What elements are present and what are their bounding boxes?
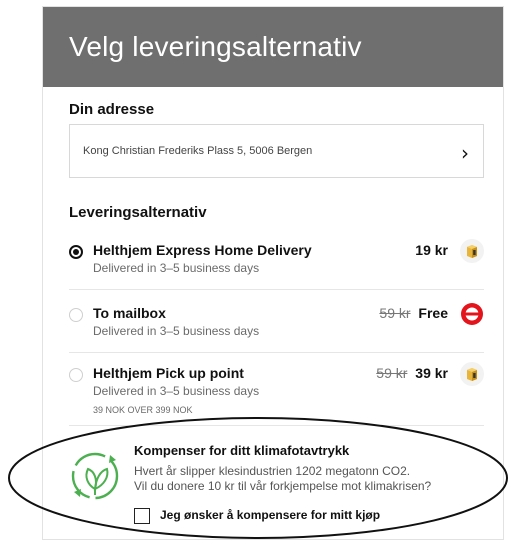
climate-text-line: Vil du donere 10 kr til vår forkjempelse… bbox=[134, 479, 432, 493]
climate-compensation: Kompenser for ditt klimafotavtrykk Hvert… bbox=[0, 410, 516, 540]
divider bbox=[69, 352, 484, 353]
compensate-checkbox[interactable] bbox=[134, 508, 150, 524]
option-name: To mailbox bbox=[93, 305, 166, 321]
delivery-section-title: Leveringsalternativ bbox=[69, 204, 207, 221]
option-name: Helthjem Express Home Delivery bbox=[93, 242, 312, 258]
climate-description: Hvert år slipper klesindustrien 1202 meg… bbox=[134, 464, 431, 494]
option-price-group: 59 kr Free bbox=[379, 305, 448, 321]
option-price-group: 19 kr bbox=[415, 242, 448, 258]
chevron-right-icon: › bbox=[461, 141, 469, 165]
option-price-group: 59 kr 39 kr bbox=[376, 365, 448, 381]
radio-button-selected[interactable] bbox=[69, 245, 83, 259]
option-old-price: 59 kr bbox=[376, 365, 408, 381]
radio-button[interactable] bbox=[69, 308, 83, 322]
package-box-icon bbox=[460, 239, 484, 263]
option-name: Helthjem Pick up point bbox=[93, 365, 244, 381]
address-selector[interactable]: Kong Christian Frederiks Plass 5, 5006 B… bbox=[69, 124, 484, 178]
delivery-option-express[interactable]: Helthjem Express Home Delivery Delivered… bbox=[69, 239, 484, 281]
radio-button[interactable] bbox=[69, 368, 83, 382]
red-mailbox-icon bbox=[461, 303, 483, 325]
divider bbox=[69, 289, 484, 290]
header-bar: Velg leveringsalternativ bbox=[43, 7, 503, 87]
climate-text-line: Hvert år slipper klesindustrien 1202 meg… bbox=[134, 464, 411, 478]
option-subtitle: Delivered in 3–5 business days bbox=[93, 384, 260, 398]
address-value: Kong Christian Frederiks Plass 5, 5006 B… bbox=[83, 145, 313, 157]
option-subtitle: Delivered in 3–5 business days bbox=[93, 261, 260, 275]
page-title: Velg leveringsalternativ bbox=[69, 31, 362, 62]
option-subtitle: Delivered in 3–5 business days bbox=[93, 324, 260, 338]
package-box-icon bbox=[460, 362, 484, 386]
climate-title: Kompenser for ditt klimafotavtrykk bbox=[134, 443, 350, 458]
option-old-price: 59 kr bbox=[379, 305, 411, 321]
delivery-option-mailbox[interactable]: To mailbox Delivered in 3–5 business day… bbox=[69, 303, 484, 344]
address-section-title: Din adresse bbox=[69, 101, 155, 118]
option-price: Free bbox=[418, 305, 448, 321]
recycle-leaf-icon bbox=[71, 452, 119, 500]
option-price: 19 kr bbox=[415, 242, 448, 258]
compensate-checkbox-label[interactable]: Jeg ønsker å kompensere for mitt kjøp bbox=[160, 508, 380, 522]
option-price: 39 kr bbox=[415, 365, 448, 381]
